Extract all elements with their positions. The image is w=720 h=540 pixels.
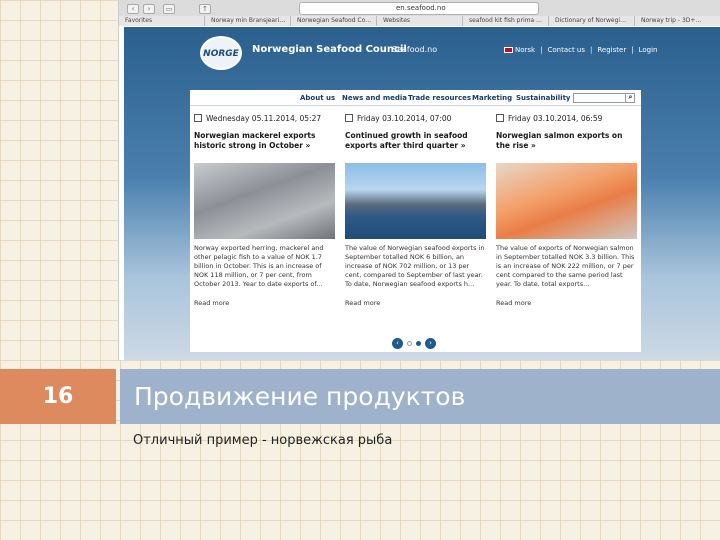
nav-news[interactable]: News and media: [342, 94, 407, 102]
article-image-ship[interactable]: [345, 163, 486, 239]
bookmark-item[interactable]: Dictionary of Norwegi…: [549, 16, 635, 26]
norge-logo[interactable]: NORGE: [200, 36, 242, 70]
article-body: Norway exported herring, mackerel and ot…: [194, 244, 324, 288]
link-register[interactable]: Register: [597, 46, 626, 54]
slide-title: Продвижение продуктов: [120, 369, 720, 424]
site-domain: Seafood.no: [392, 45, 438, 54]
slide-subtitle: Отличный пример - норвежская рыба: [133, 433, 393, 448]
nav-sustainability[interactable]: Sustainability: [516, 94, 571, 102]
read-more-link[interactable]: Read more: [345, 299, 486, 307]
article-headline[interactable]: Norwegian salmon exports on the rise »: [496, 131, 637, 161]
news-article: Friday 03.10.2014, 06:59 Norwegian salmo…: [496, 114, 637, 307]
read-more-link[interactable]: Read more: [496, 299, 637, 307]
article-image-salmon[interactable]: [496, 163, 637, 239]
slide-number: 16: [0, 369, 116, 424]
article-headline[interactable]: Continued growth in seafood exports afte…: [345, 131, 486, 161]
link-login[interactable]: Login: [639, 46, 658, 54]
read-more-link[interactable]: Read more: [194, 299, 335, 307]
nav-trade[interactable]: Trade resources: [408, 94, 471, 102]
article-date: Friday 03.10.2014, 06:59: [496, 114, 637, 123]
browser-toolbar: ‹ › ▭ ↑ en.seafood.no Favorites Norway m…: [119, 0, 720, 26]
article-image-fish-factory[interactable]: [194, 163, 335, 239]
seafood-site: NORGE Norwegian Seafood Council Seafood.…: [124, 27, 720, 360]
bookmark-item[interactable]: seafood kit fish prima …: [463, 16, 549, 26]
search-icon[interactable]: ⌕: [625, 93, 635, 103]
bookmark-item[interactable]: Norway min Bransjeari…: [205, 16, 291, 26]
logo-text: NORGE: [203, 49, 239, 59]
calendar-icon: [496, 114, 504, 122]
nav-marketing[interactable]: Marketing: [472, 94, 512, 102]
flag-icon: [504, 47, 513, 53]
article-body: The value of exports of Norwegian salmon…: [496, 244, 635, 288]
site-brand: Norwegian Seafood Council: [252, 44, 407, 55]
bookmarks-bar: Favorites Norway min Bransjeari… Norwegi…: [119, 16, 720, 26]
carousel-controls: ‹ ›: [392, 338, 436, 349]
nav-about[interactable]: About us: [300, 94, 335, 102]
carousel-dot[interactable]: [416, 341, 421, 346]
separator: |: [631, 46, 634, 54]
separator: |: [590, 46, 593, 54]
top-links: Norsk | Contact us | Register | Login: [504, 46, 657, 54]
link-norsk[interactable]: Norsk: [504, 46, 535, 54]
carousel-dot[interactable]: [407, 341, 412, 346]
article-headline[interactable]: Norwegian mackerel exports historic stro…: [194, 131, 335, 161]
prev-arrow-icon[interactable]: ‹: [392, 338, 403, 349]
bookmark-item[interactable]: Websites: [377, 16, 463, 26]
news-article: Wednesday 05.11.2014, 05:27 Norwegian ma…: [194, 114, 335, 307]
sidebar-icon[interactable]: ▭: [163, 4, 175, 14]
back-icon[interactable]: ‹: [127, 4, 139, 14]
article-body: The value of Norwegian seafood exports i…: [345, 244, 485, 288]
website-screenshot: ‹ › ▭ ↑ en.seafood.no Favorites Norway m…: [118, 0, 720, 360]
forward-icon[interactable]: ›: [143, 4, 155, 14]
calendar-icon: [194, 114, 202, 122]
news-panel: About us News and media Trade resources …: [190, 90, 641, 352]
calendar-icon: [345, 114, 353, 122]
bookmark-item[interactable]: Norway trip - 3D+...: [635, 16, 720, 26]
news-article: Friday 03.10.2014, 07:00 Continued growt…: [345, 114, 486, 307]
address-bar[interactable]: en.seafood.no: [299, 2, 539, 15]
share-icon[interactable]: ↑: [199, 4, 211, 14]
article-date: Wednesday 05.11.2014, 05:27: [194, 114, 335, 123]
link-contact[interactable]: Contact us: [547, 46, 585, 54]
bookmark-item[interactable]: Favorites: [119, 16, 205, 26]
separator: |: [540, 46, 543, 54]
bookmark-item[interactable]: Norwegian Seafood Co…: [291, 16, 377, 26]
article-date: Friday 03.10.2014, 07:00: [345, 114, 486, 123]
main-nav: About us News and media Trade resources …: [190, 90, 641, 106]
next-arrow-icon[interactable]: ›: [425, 338, 436, 349]
